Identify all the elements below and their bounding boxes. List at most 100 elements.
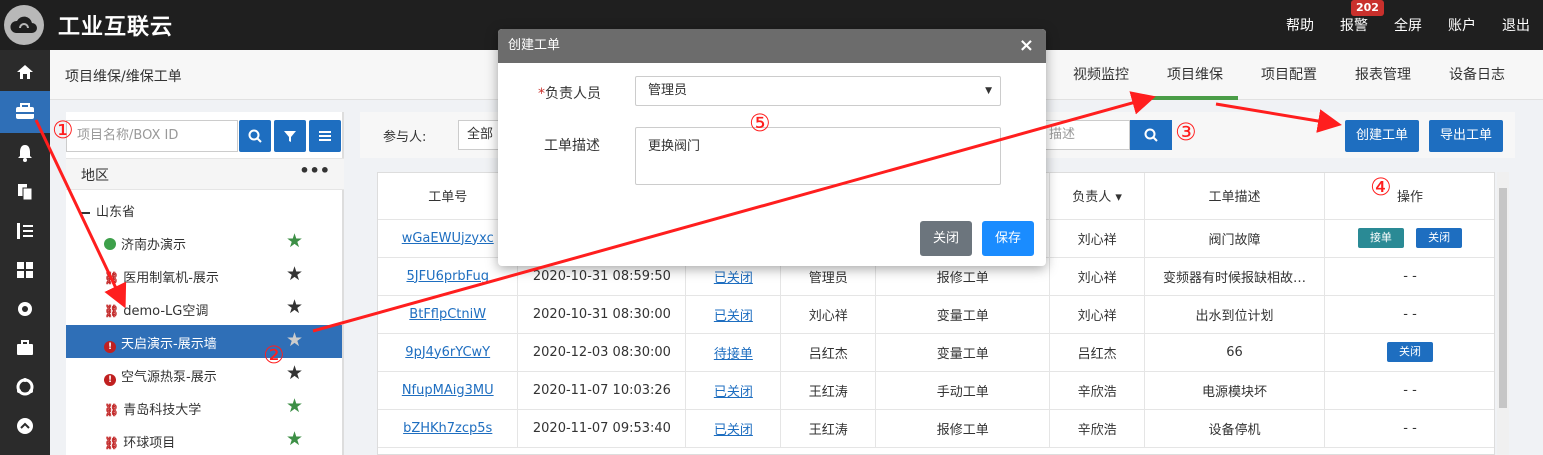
offline-link-icon: ⛓ <box>104 271 120 285</box>
alarm-link[interactable]: 报警 202 <box>1327 0 1384 50</box>
collapse-icon[interactable] <box>80 211 90 214</box>
close-order-button[interactable]: 关闭 <box>1387 342 1433 362</box>
chevron-down-icon: ▼ <box>985 86 992 96</box>
dialog-header: 创建工单 × <box>498 29 1046 63</box>
settings-icon[interactable] <box>0 289 50 328</box>
table-row: BtFflpCtniW 2020-10-31 08:30:00 已关闭 刘心祥 … <box>378 295 1494 334</box>
table-row: NfupMAig3MU 2020-11-07 10:03:26 已关闭 王红涛 … <box>378 371 1494 410</box>
scrollbar-thumb[interactable] <box>1499 188 1507 408</box>
cell-ops: 接单 关闭 <box>1324 219 1494 258</box>
owner-select[interactable]: 管理员 ▼ <box>635 76 1001 106</box>
dialog-save-button[interactable]: 保存 <box>982 221 1035 256</box>
work-order-id-link[interactable]: BtFflpCtniW <box>378 295 519 334</box>
cell-status[interactable]: 已关闭 <box>685 409 782 448</box>
filter-button[interactable] <box>274 120 306 152</box>
cell-status[interactable]: 已关闭 <box>685 371 782 410</box>
star-icon[interactable]: ★ <box>286 331 303 350</box>
network-icon[interactable] <box>0 367 50 406</box>
close-order-button[interactable]: 关闭 <box>1416 228 1463 248</box>
description-search-button[interactable] <box>1130 120 1172 150</box>
menu-button[interactable] <box>309 120 341 152</box>
tab-reports[interactable]: 报表管理 <box>1336 50 1430 100</box>
star-icon[interactable]: ★ <box>286 430 303 449</box>
maintenance-icon[interactable] <box>0 91 50 133</box>
tab-video[interactable]: 视频监控 <box>1054 50 1148 100</box>
region-label: 地区 <box>81 168 109 184</box>
tree-item[interactable]: ! 空气源热泵-展示 ★ <box>66 358 342 391</box>
tree-item[interactable]: ⛓ 医用制氧机-展示 ★ <box>66 259 342 292</box>
menu-icon <box>319 131 331 141</box>
cell-status[interactable]: 待接单 <box>685 333 782 372</box>
star-icon[interactable]: ★ <box>286 265 303 284</box>
home-icon[interactable] <box>0 52 50 91</box>
tree-item-selected[interactable]: ! 天启演示-展示墙 ★ <box>66 325 342 358</box>
cell-creator: 刘心祥 <box>780 295 877 334</box>
work-order-id-link[interactable]: 9pJ4y6rYCwY <box>378 333 519 372</box>
logout-link[interactable]: 退出 <box>1489 0 1543 50</box>
fullscreen-link[interactable]: 全屏 <box>1381 0 1435 50</box>
col-header-id[interactable]: 工单号 <box>378 173 519 220</box>
logout-label: 退出 <box>1502 18 1530 34</box>
grid-icon[interactable] <box>0 250 50 289</box>
tree-item[interactable]: ⛓ 环球项目 ★ <box>66 424 342 455</box>
dialog-title: 创建工单 <box>508 38 561 53</box>
more-icon[interactable]: ••• <box>299 161 330 180</box>
table-row: 9pJ4y6rYCwY 2020-12-03 08:30:00 待接单 吕红杰 … <box>378 333 1494 372</box>
project-search-input[interactable]: 项目名称/BOX ID <box>66 120 238 152</box>
tree-node-province[interactable]: 山东省 <box>80 201 135 220</box>
table-scrollbar[interactable] <box>1497 172 1509 455</box>
description-textarea[interactable]: 更换阀门 <box>635 127 1001 185</box>
table-row: bZHKh7zcp5s 2020-11-07 09:53:40 已关闭 王红涛 … <box>378 409 1494 448</box>
cell-ops: 关闭 <box>1324 333 1494 372</box>
star-icon[interactable]: ★ <box>286 232 303 251</box>
required-mark: * <box>538 86 545 102</box>
briefcase-icon[interactable] <box>0 328 50 367</box>
work-order-id-link[interactable]: NfupMAig3MU <box>378 371 519 410</box>
work-order-id-link[interactable]: wGaEWUjzyxc <box>378 219 519 258</box>
description-input[interactable]: 描述 <box>1044 120 1130 150</box>
icon-sidebar <box>0 50 50 455</box>
list-tools-icon[interactable] <box>0 211 50 250</box>
star-icon[interactable]: ★ <box>286 397 303 416</box>
cell-desc: 出水到位计划 <box>1144 295 1326 334</box>
chevron-circle-icon[interactable] <box>0 406 50 445</box>
export-work-order-button[interactable]: 导出工单 <box>1429 120 1503 152</box>
desc-field-label: 工单描述 <box>544 138 600 154</box>
tab-project-config[interactable]: 项目配置 <box>1242 50 1336 100</box>
tree-item[interactable]: ⛓ demo-LG空调 ★ <box>66 292 342 325</box>
cell-creator: 王红涛 <box>780 371 877 410</box>
dialog-close-button[interactable]: 关闭 <box>920 221 973 256</box>
col-header-owner[interactable]: 负责人 ▾ <box>1049 173 1146 220</box>
logo[interactable]: 工业互联云 <box>0 5 173 45</box>
copy-icon[interactable] <box>0 172 50 211</box>
cell-ops: - - <box>1324 257 1494 296</box>
create-work-order-button[interactable]: 创建工单 <box>1345 120 1419 152</box>
star-icon[interactable]: ★ <box>286 364 303 383</box>
fullscreen-label: 全屏 <box>1394 18 1422 34</box>
cell-desc: 变频器有时候报缺相故… <box>1144 257 1326 296</box>
tree-item-label: 空气源热泵-展示 <box>121 370 217 385</box>
cell-status[interactable]: 已关闭 <box>685 295 782 334</box>
cell-time: 2020-11-07 10:03:26 <box>517 371 687 410</box>
work-order-id-link[interactable]: bZHKh7zcp5s <box>378 409 519 448</box>
tab-device-log[interactable]: 设备日志 <box>1430 50 1543 100</box>
help-link[interactable]: 帮助 <box>1273 0 1327 50</box>
bell-icon[interactable] <box>0 133 50 172</box>
search-button[interactable] <box>239 120 271 152</box>
tab-maintenance[interactable]: 项目维保 <box>1148 50 1242 100</box>
cell-ops: - - <box>1324 409 1494 448</box>
tree-item-label: 青岛科技大学 <box>123 403 202 418</box>
cell-type: 手动工单 <box>875 371 1051 410</box>
tree-item[interactable]: 济南办演示 ★ <box>66 226 342 259</box>
account-link[interactable]: 账户 <box>1435 0 1489 50</box>
accept-button[interactable]: 接单 <box>1357 228 1404 248</box>
offline-link-icon: ⛓ <box>104 436 120 450</box>
create-work-order-dialog: 创建工单 × *负责人员 管理员 ▼ 工单描述 更换阀门 关闭 保存 <box>498 29 1046 266</box>
star-icon[interactable]: ★ <box>286 298 303 317</box>
cell-owner: 辛欣浩 <box>1049 409 1146 448</box>
close-icon[interactable]: × <box>1019 29 1034 63</box>
tree-item[interactable]: ⛓ 青岛科技大学 ★ <box>66 391 342 424</box>
work-order-id-link[interactable]: 5JFU6prbFug <box>378 257 519 296</box>
app-title: 工业互联云 <box>58 15 174 40</box>
help-label: 帮助 <box>1286 18 1314 34</box>
